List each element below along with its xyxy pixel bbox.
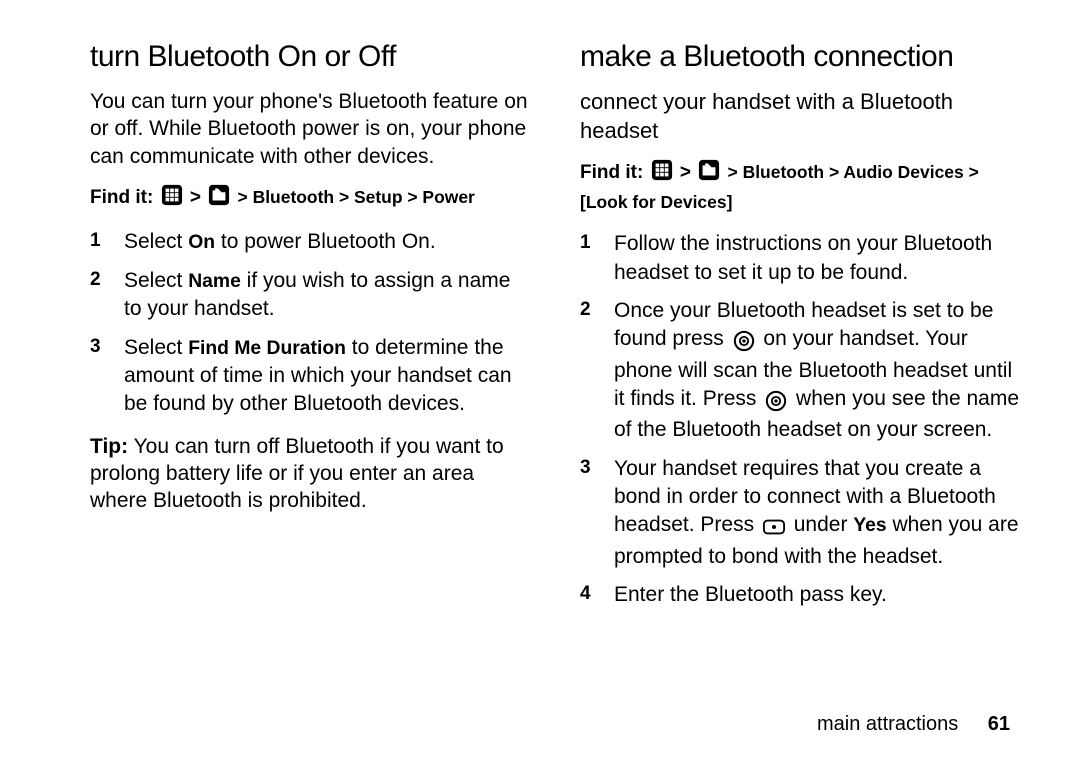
right-step-2: Once your Bluetooth headset is set to be… [580,297,1020,445]
left-findit: Find it: > > Bluetooth > Setup > Power [90,184,530,215]
right-findit: Find it: > > Bluetooth > Audio Devices >… [580,159,1020,216]
page-number: 61 [988,713,1010,735]
text: Select [124,336,188,359]
footer-section: main attractions [817,713,958,735]
text: Follow the instructions on your Bluetoot… [614,232,992,283]
page-footer: main attractions 61 [90,713,1020,736]
softkey-dot-icon [762,514,786,542]
menu-grid-icon [161,184,183,215]
tip-label: Tip: [90,435,128,458]
right-step-4: Enter the Bluetooth pass key. [580,581,1020,609]
findit-label: Find it: [580,162,643,183]
right-heading: make a Bluetooth connection [580,40,1020,74]
left-step-3: Select Find Me Duration to determine the… [90,334,530,419]
left-heading: turn Bluetooth On or Off [90,40,530,74]
ok-target-icon [764,388,788,416]
right-steps: Follow the instructions on your Bluetoot… [580,230,1020,609]
right-subheading: connect your handset with a Bluetooth he… [580,88,1020,145]
manual-page: turn Bluetooth On or Off You can turn yo… [0,0,1080,766]
bold-term: Yes [853,515,886,536]
right-column: make a Bluetooth connection connect your… [580,40,1020,713]
right-step-1: Follow the instructions on your Bluetoot… [580,230,1020,287]
findit-label: Find it: [90,187,153,208]
bold-term: Name [188,271,241,292]
ok-target-icon [732,328,756,356]
bold-term: On [188,232,215,253]
menu-grid-icon [651,159,673,190]
left-column: turn Bluetooth On or Off You can turn yo… [90,40,530,713]
tip-text: You can turn off Bluetooth if you want t… [90,435,504,513]
left-step-1: Select On to power Bluetooth On. [90,228,530,256]
right-step-3: Your handset requires that you create a … [580,455,1020,571]
tools-folder-icon [698,159,720,190]
text: Select [124,230,188,253]
left-step-2: Select Name if you wish to assign a name… [90,267,530,324]
left-findit-path: > Bluetooth > Setup > Power [238,187,475,207]
text: to power Bluetooth On. [215,230,436,253]
bold-term: Find Me Duration [188,338,346,359]
text: under [788,513,853,536]
text: Select [124,269,188,292]
left-tip: Tip: You can turn off Bluetooth if you w… [90,433,530,515]
text: Enter the Bluetooth pass key. [614,583,887,606]
tools-folder-icon [208,184,230,215]
left-steps: Select On to power Bluetooth On. Select … [90,228,530,418]
two-column-layout: turn Bluetooth On or Off You can turn yo… [90,40,1020,713]
left-intro: You can turn your phone's Bluetooth feat… [90,88,530,170]
